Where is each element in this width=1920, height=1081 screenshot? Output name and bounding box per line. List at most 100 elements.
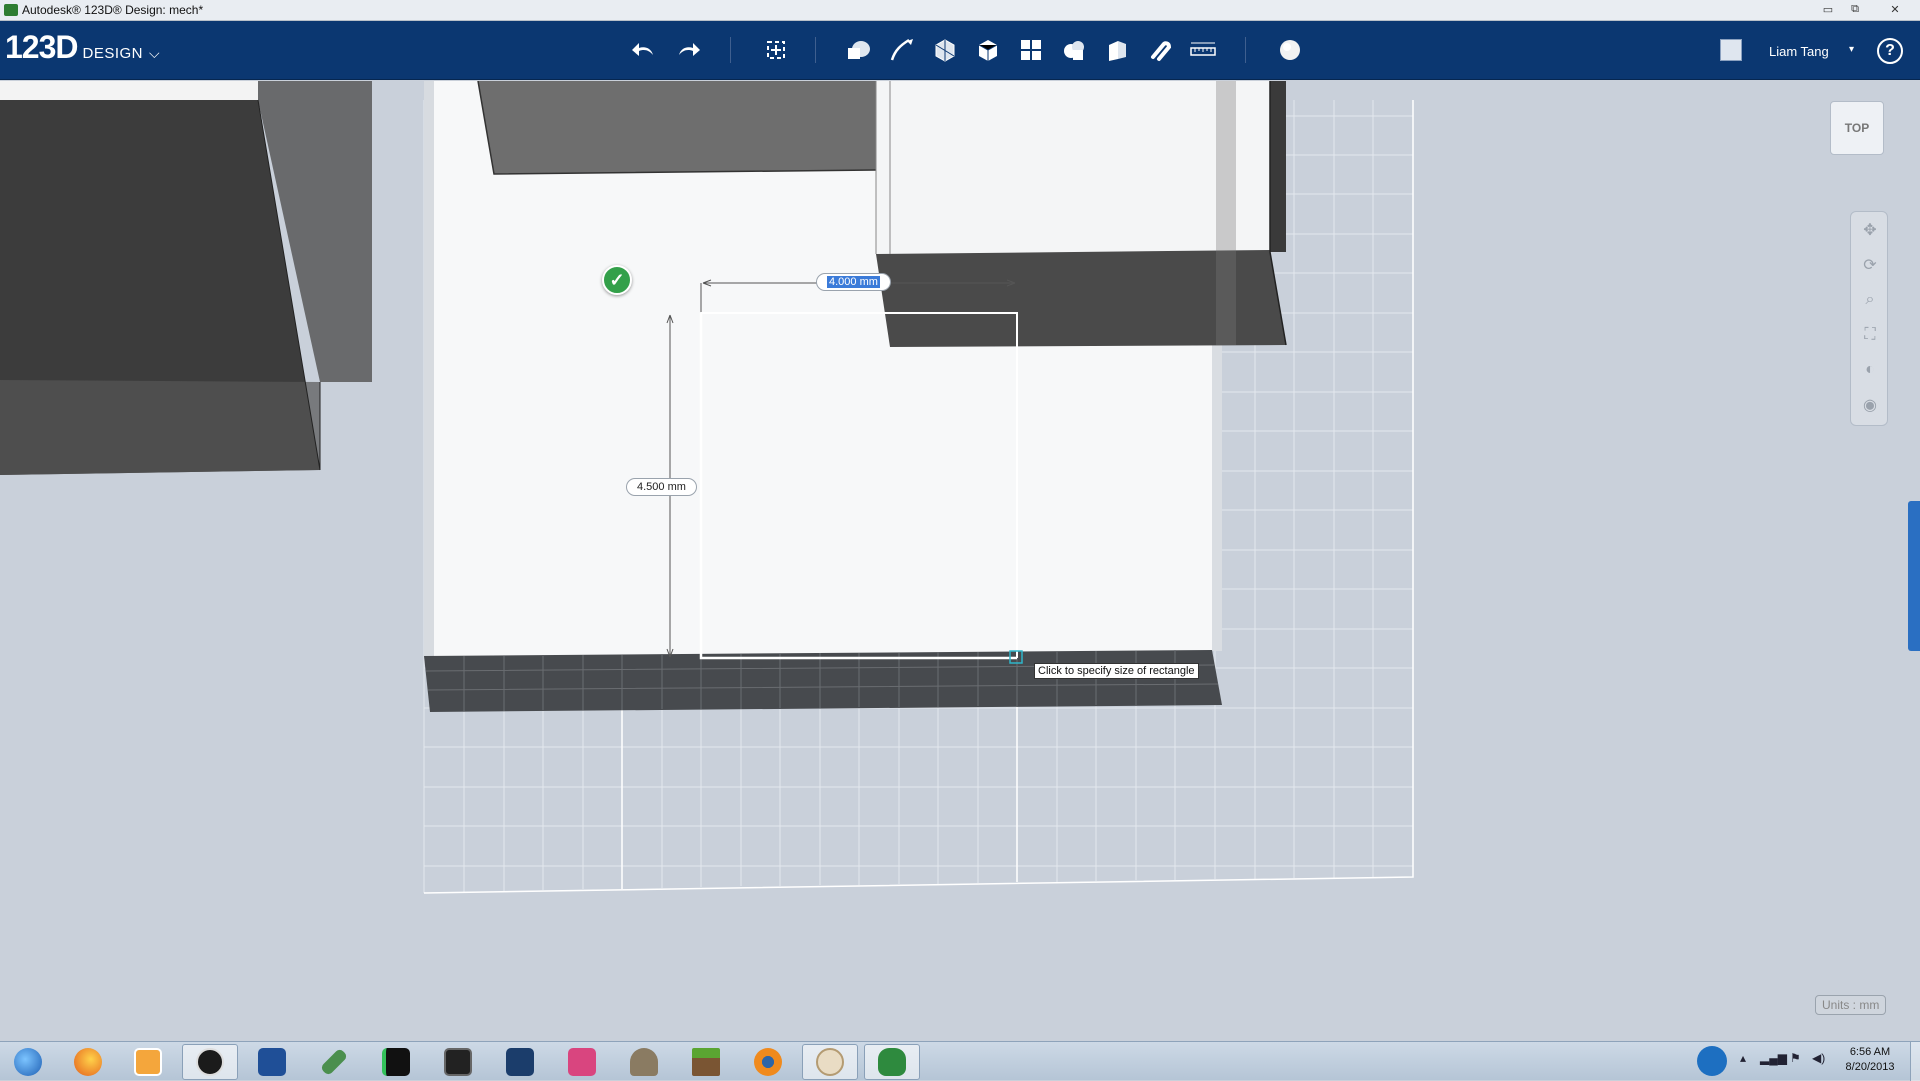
view-icon[interactable]: ◐	[1851, 352, 1889, 387]
show-hidden-icons-icon[interactable]: ▴	[1740, 1051, 1746, 1065]
toolbar-divider	[1245, 37, 1246, 63]
toolbar-divider	[815, 37, 816, 63]
measure-icon	[1190, 42, 1216, 56]
taskbar-minecraft[interactable]	[678, 1044, 734, 1080]
chevron-down-icon: ⌵	[149, 45, 160, 61]
taskbar: ▴ ▂▄▆ ⚑ ◀) 6:56 AM 8/20/2013	[0, 1041, 1920, 1081]
draw-app-icon	[444, 1048, 472, 1076]
gimp-icon	[630, 1048, 658, 1076]
network-icon[interactable]: ▂▄▆	[1760, 1051, 1787, 1065]
visibility-icon[interactable]: ◉	[1851, 387, 1889, 422]
main-toolbar: 123D DESIGN ⌵	[0, 21, 1920, 80]
sketch-icon	[890, 38, 913, 61]
clock[interactable]: 6:56 AM 8/20/2013	[1838, 1045, 1902, 1075]
taskbar-s-app[interactable]	[368, 1044, 424, 1080]
measure-button[interactable]	[1186, 33, 1220, 67]
pan-icon[interactable]: ✥	[1851, 212, 1889, 247]
taskbar-butterfly-app[interactable]	[492, 1044, 548, 1080]
redo-button[interactable]	[671, 33, 705, 67]
construct-button[interactable]	[928, 33, 962, 67]
avatar[interactable]	[1720, 39, 1742, 61]
check-app-icon	[258, 1048, 286, 1076]
minimize-button[interactable]: ▭	[1813, 0, 1843, 18]
close-button[interactable]: ✕	[1880, 0, 1910, 18]
taskbar-blender[interactable]	[740, 1044, 796, 1080]
view-cube-label: TOP	[1844, 121, 1870, 135]
pattern-button[interactable]	[1014, 33, 1048, 67]
navigation-bar: ✥ ⟳ ⌕ ⛶ ◐ ◉	[1850, 211, 1888, 426]
taskbar-firefox[interactable]	[60, 1044, 116, 1080]
left-block	[0, 81, 372, 475]
orbit-icon[interactable]: ⟳	[1851, 247, 1889, 282]
paint-app-icon	[568, 1048, 596, 1076]
transform-icon	[767, 41, 785, 59]
taskbar-draw-app[interactable]	[430, 1044, 486, 1080]
clock-time: 6:56 AM	[1849, 1046, 1891, 1058]
123d-design-icon	[878, 1048, 906, 1076]
snap-button[interactable]	[1143, 33, 1177, 67]
material-button[interactable]	[1273, 33, 1307, 67]
zoom-icon[interactable]: ⌕	[1851, 282, 1889, 317]
height-dimension-value[interactable]: 4.500 mm	[637, 481, 686, 493]
username[interactable]: Liam Tang	[1769, 44, 1829, 59]
chevron-down-icon[interactable]: ▾	[1849, 44, 1854, 55]
width-dimension-value[interactable]: 4.000 mm	[827, 276, 880, 288]
toolbar-divider	[730, 37, 731, 63]
grouping-button[interactable]	[1057, 33, 1091, 67]
taskbar-gimp[interactable]	[616, 1044, 672, 1080]
pen-app-icon	[319, 1047, 349, 1077]
3d-viewport[interactable]: ✓ 4.000 mm 4.500 mm Click to specify siz…	[0, 81, 1920, 1041]
maximize-button[interactable]: ⧉	[1840, 0, 1870, 18]
taskbar-paint-palette[interactable]	[802, 1044, 858, 1080]
rectangle-tooltip: Click to specify size of rectangle	[1034, 663, 1199, 679]
brand-subtitle: DESIGN	[82, 45, 144, 62]
window-title: Autodesk® 123D® Design: mech*	[22, 3, 204, 17]
intel-icon[interactable]	[1697, 1046, 1727, 1076]
fit-icon[interactable]: ⛶	[1851, 317, 1889, 352]
snap-icon	[1151, 41, 1172, 61]
s-app-icon	[382, 1048, 410, 1076]
grouping-icon	[1064, 41, 1084, 60]
scene-canvas[interactable]	[0, 81, 1920, 1041]
modify-button[interactable]	[971, 33, 1005, 67]
help-button[interactable]: ?	[1877, 38, 1903, 64]
undo-icon	[632, 43, 653, 56]
undo-button[interactable]	[627, 33, 661, 67]
primitives-icon	[848, 41, 870, 59]
material-icon	[1280, 40, 1300, 60]
height-dimension-input[interactable]: 4.500 mm	[626, 478, 697, 496]
taskbar-media-player[interactable]	[120, 1044, 176, 1080]
firefox-icon	[74, 1048, 102, 1076]
taskbar-hp[interactable]	[182, 1044, 238, 1080]
flag-icon[interactable]: ⚑	[1790, 1051, 1801, 1065]
butterfly-app-icon	[506, 1048, 534, 1076]
blender-icon	[754, 1048, 782, 1076]
view-cube[interactable]: TOP	[1830, 101, 1884, 155]
construct-icon	[935, 39, 955, 62]
confirm-button[interactable]: ✓	[602, 265, 632, 295]
sketch-button[interactable]	[885, 33, 919, 67]
taskbar-check-app[interactable]	[244, 1044, 300, 1080]
units-indicator[interactable]: Units : mm	[1815, 995, 1887, 1015]
taskbar-123d-design[interactable]	[864, 1044, 920, 1080]
palette-icon	[816, 1048, 844, 1076]
check-icon: ✓	[609, 269, 625, 290]
title-bar: Autodesk® 123D® Design: mech* ▭ ⧉ ✕	[0, 0, 1920, 21]
taskbar-pen-app[interactable]	[306, 1044, 362, 1080]
show-desktop-button[interactable]	[1910, 1042, 1920, 1081]
modify-icon	[978, 40, 998, 61]
width-dimension-input[interactable]: 4.000 mm	[816, 273, 891, 291]
pattern-icon	[1021, 40, 1041, 60]
taskbar-paint-app[interactable]	[554, 1044, 610, 1080]
app-menu[interactable]: 123D DESIGN ⌵	[5, 29, 160, 66]
media-player-icon	[134, 1048, 162, 1076]
combine-button[interactable]	[1100, 33, 1134, 67]
volume-icon[interactable]: ◀)	[1812, 1051, 1825, 1065]
start-button[interactable]	[0, 1044, 56, 1080]
hp-icon	[196, 1048, 224, 1076]
primitives-button[interactable]	[842, 33, 876, 67]
side-panel-toggle[interactable]	[1908, 501, 1920, 651]
transform-button[interactable]	[759, 33, 793, 67]
minecraft-icon	[692, 1048, 720, 1076]
right-block	[875, 81, 1287, 347]
